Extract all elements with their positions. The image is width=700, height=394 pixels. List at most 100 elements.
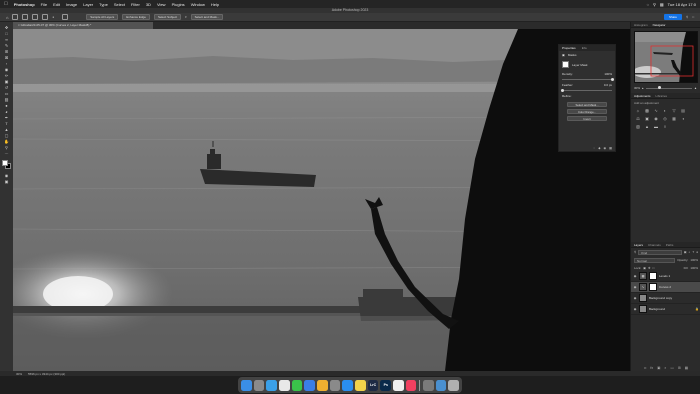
share-button[interactable]: Share xyxy=(663,14,682,20)
apply-mask-icon[interactable]: ◆ xyxy=(598,146,600,150)
quick-mask-icon[interactable]: ◉ xyxy=(3,173,11,178)
vibrance-icon[interactable]: ▽ xyxy=(671,108,677,113)
dock-app-store-icon[interactable] xyxy=(342,379,354,391)
healing-brush-icon[interactable]: ◉ xyxy=(3,67,11,72)
menu-3d[interactable]: 3D xyxy=(146,2,151,7)
tab-info[interactable]: Info xyxy=(582,46,587,50)
photo-filter-icon[interactable]: ◉ xyxy=(653,116,659,121)
dock-launchpad-icon[interactable] xyxy=(253,379,265,391)
color-lookup-icon[interactable]: ▦ xyxy=(671,116,677,121)
menu-select[interactable]: Select xyxy=(114,2,125,7)
layer-name[interactable]: Levels 1 xyxy=(659,274,670,278)
gradient-tool-icon[interactable]: ▧ xyxy=(3,97,11,102)
clone-stamp-icon[interactable]: ▣ xyxy=(3,79,11,84)
visibility-eye-icon[interactable]: ◉ xyxy=(633,296,637,300)
dock-safari-icon[interactable] xyxy=(266,379,278,391)
screen-mode-icon[interactable]: ▣ xyxy=(3,179,11,184)
feather-slider-knob[interactable] xyxy=(560,88,564,92)
blend-mode-select[interactable]: Normal xyxy=(634,257,676,263)
delete-icon[interactable]: ▩ xyxy=(609,146,612,150)
path-selection-icon[interactable]: ▲ xyxy=(3,127,11,132)
visibility-eye-icon[interactable]: ◉ xyxy=(633,274,637,278)
tab-libraries[interactable]: Libraries xyxy=(656,94,668,98)
eraser-tool-icon[interactable]: ▭ xyxy=(3,91,11,96)
density-value[interactable]: 100% xyxy=(604,72,612,76)
color-range-button[interactable]: Color Range... xyxy=(567,109,607,114)
pen-tool-icon[interactable]: ✒ xyxy=(3,115,11,120)
layer-row[interactable]: ◉ Background copy xyxy=(631,293,700,304)
control-center-icon[interactable]: ▦ xyxy=(660,2,664,7)
status-zoom[interactable]: 30% xyxy=(16,372,22,376)
menu-help[interactable]: Help xyxy=(211,2,219,7)
layer-kind-select[interactable]: Kind xyxy=(638,249,682,255)
blur-tool-icon[interactable]: ● xyxy=(3,103,11,108)
dock-trash-icon[interactable] xyxy=(448,379,459,391)
color-swatches[interactable] xyxy=(2,160,11,169)
tab-paths[interactable]: Paths xyxy=(666,243,674,247)
angle-icon[interactable] xyxy=(62,14,69,20)
tab-properties[interactable]: Properties xyxy=(562,46,576,50)
feather-slider[interactable] xyxy=(560,88,612,92)
dock-preview-icon[interactable] xyxy=(422,379,434,391)
selective-color-icon[interactable]: ◊ xyxy=(662,124,668,129)
opacity-value[interactable]: 100% xyxy=(690,258,698,262)
lock-icon[interactable]: ▣ xyxy=(643,266,646,270)
dock-messages-icon[interactable] xyxy=(291,379,303,391)
layer-mask-thumbnail[interactable] xyxy=(562,61,569,68)
layer-mask-thumbnail[interactable] xyxy=(649,283,657,291)
link-icon[interactable]: ∞ xyxy=(644,366,647,370)
navigator-preview[interactable] xyxy=(634,31,698,83)
navigator-zoom-value[interactable]: 30% xyxy=(634,86,640,90)
tab-channels[interactable]: Channels xyxy=(648,243,661,247)
filter-toggle-icon[interactable]: ● xyxy=(696,250,698,254)
type-tool-icon[interactable]: T xyxy=(3,121,11,126)
quick-selection-tool-icon[interactable]: ✎ xyxy=(3,43,11,48)
posterize-icon[interactable]: ▧ xyxy=(635,124,641,129)
fill-value[interactable]: 100% xyxy=(690,266,698,270)
density-slider-knob[interactable] xyxy=(610,77,614,81)
dock-chrome-icon[interactable] xyxy=(279,379,290,391)
dock-lightroom-classic-icon[interactable]: LrC xyxy=(367,379,379,391)
document-tab[interactable]: × Gibraltar23-05-07 @ 30% (Curves 2, Lay… xyxy=(13,22,153,29)
delete-layer-icon[interactable]: ▩ xyxy=(685,366,688,370)
select-and-mask-button[interactable]: Select and Mask... xyxy=(567,102,607,107)
brush-size-icon[interactable]: ● xyxy=(52,15,54,19)
brightness-contrast-icon[interactable]: ☼ xyxy=(635,108,641,113)
lasso-tool-icon[interactable]: ∞ xyxy=(3,37,11,42)
menu-file[interactable]: File xyxy=(41,2,47,7)
dock-chrome-2-icon[interactable] xyxy=(393,379,404,391)
crop-tool-icon[interactable]: ⊞ xyxy=(3,49,11,54)
layer-row-selected[interactable]: ◉ ∿ Curves 2 xyxy=(631,282,700,293)
navigator-zoom-knob[interactable] xyxy=(657,86,661,89)
more-tools-icon[interactable]: ⋯ xyxy=(3,151,11,156)
layer-row[interactable]: ◉ ▩ Levels 1 xyxy=(631,271,700,282)
wifi-icon[interactable]: ◌ xyxy=(647,2,649,7)
foreground-color-swatch[interactable] xyxy=(2,160,8,166)
workspace-icon[interactable]: □ xyxy=(692,15,694,19)
menu-filter[interactable]: Filter xyxy=(131,2,140,7)
search-icon[interactable]: ⚲ xyxy=(686,15,688,19)
menu-edit[interactable]: Edit xyxy=(53,2,60,7)
subtract-selection-icon[interactable] xyxy=(42,14,49,20)
select-and-mask-button[interactable]: Select and Mask... xyxy=(190,14,224,20)
tab-histogram[interactable]: Histogram xyxy=(634,23,648,27)
menu-window[interactable]: Window xyxy=(191,2,205,7)
layer-name[interactable]: Background xyxy=(649,307,665,311)
lock-position-icon[interactable]: ✥ xyxy=(648,266,651,270)
layer-name[interactable]: Curves 2 xyxy=(659,285,671,289)
menu-view[interactable]: View xyxy=(157,2,166,7)
dock-mail-icon[interactable] xyxy=(304,379,316,391)
navigator-zoom-slider[interactable] xyxy=(645,86,693,89)
sample-all-layers-checkbox[interactable]: Sample All Layers xyxy=(86,14,119,20)
add-mask-icon[interactable]: ▣ xyxy=(657,366,660,370)
exposure-icon[interactable]: ◐ xyxy=(662,108,668,113)
visibility-icon[interactable]: ◉ xyxy=(604,146,607,150)
enhance-edge-checkbox[interactable]: Enhance Edge xyxy=(122,14,150,20)
dock-settings-icon[interactable] xyxy=(329,379,341,391)
close-icon[interactable]: × xyxy=(18,23,20,27)
filter-adjustment-icon[interactable]: ◐ xyxy=(689,250,691,254)
new-group-icon[interactable]: ▭ xyxy=(671,366,674,370)
move-tool-icon[interactable]: ✥ xyxy=(3,25,11,30)
new-selection-icon[interactable] xyxy=(22,14,29,20)
dock-music-icon[interactable] xyxy=(405,379,417,391)
